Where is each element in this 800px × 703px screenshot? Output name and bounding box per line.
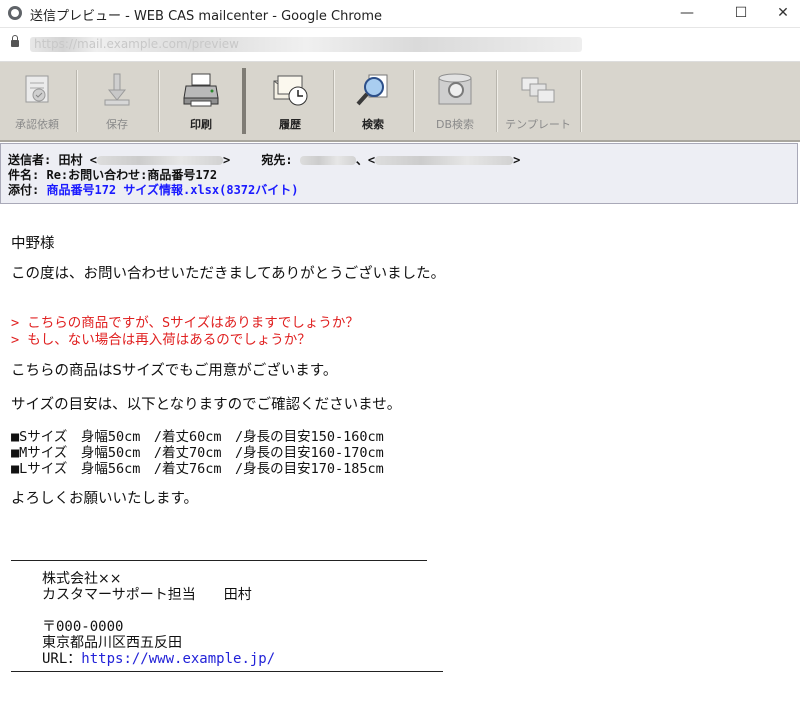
greeting: 中野様 [11,236,55,252]
chrome-icon [8,6,22,20]
minimize-button[interactable]: — [664,0,710,27]
template-icon [521,77,555,103]
approval-request-button[interactable]: 承認依頼 [4,68,70,134]
toolbar-separator [496,70,498,132]
signature-url-line: URL：https://www.example.jp/ [42,648,275,668]
window-titlebar: 送信プレビュー - WEB CAS mailcenter - Google Ch… [0,0,800,28]
to-label: 宛先: [261,153,293,167]
db-search-label: DB検索 [435,118,475,131]
toolbar-separator [413,70,415,132]
size-row-l: ■Lサイズ 身幅56cm /着丈76cm /身長の目安170-185cm [11,461,384,477]
approval-request-icon [25,75,49,103]
print-label: 印刷 [190,118,212,131]
subject-text: Re:お問い合わせ:商品番号172 [46,168,218,182]
save-label: 保存 [106,118,128,131]
quote-line-2: > もし、ない場合は再入荷はあるのでしょうか？ [11,332,311,348]
signature-url-link[interactable]: https://www.example.jp/ [81,651,275,667]
signature-bottom-divider [11,671,443,672]
toolbar-separator [158,70,160,132]
mail-header: 送信者: 田村 < > 宛先: 、< > 件名: Re:お問い合わせ:商品番号172… [0,143,798,204]
print-button[interactable]: 印刷 [166,68,236,134]
answer-text-2: サイズの目安は、以下となりますのでご確認くださいませ。 [11,397,402,413]
toolbar-separator [333,70,335,132]
window-title: 送信プレビュー - WEB CAS mailcenter - Google Ch… [30,9,383,24]
approval-request-label: 承認依頼 [15,118,59,131]
attachment-label: 添付: [8,183,40,197]
history-icon [273,75,308,106]
toolbar-separator-thick [242,68,246,134]
history-button[interactable]: 履歴 [254,68,326,134]
toolbar-separator [76,70,78,132]
answer-text-1: こちらの商品はSサイズでもご用意がございます。 [11,363,338,379]
db-search-button[interactable]: DB検索 [420,68,490,134]
to-address-redacted [375,156,514,165]
attachment-line: 添付: 商品番号172 サイズ情報.xlsx(8372バイト) [8,181,298,198]
maximize-button[interactable]: ☐ [718,0,764,27]
search-icon [356,74,388,106]
template-label: テンプレート [505,118,571,131]
from-label: 送信者: [8,153,52,167]
url-field[interactable]: https://mail.example.com/preview [30,37,582,52]
search-button[interactable]: 検索 [340,68,406,134]
printer-icon [183,73,219,107]
thanks-text: この度は、お問い合わせいただきましてありがとうございました。 [11,266,446,282]
database-search-icon [438,73,472,105]
subject-label: 件名: [8,168,40,182]
save-icon [104,73,130,106]
from-name: 田村 [58,153,83,167]
search-label: 検索 [362,118,384,131]
template-button[interactable]: テンプレート [502,68,574,134]
signature-url-label: URL： [42,651,82,667]
history-label: 履歴 [279,118,301,131]
closing-text: よろしくお願いいたします。 [11,491,199,507]
from-address-redacted [96,156,223,165]
close-button[interactable]: ✕ [760,0,800,27]
mail-toolbar: 承認依頼 保存 印刷 履歴 検索 DB検索 テンプレート [0,62,800,142]
lock-icon [11,35,19,47]
to-name-redacted [299,156,356,165]
signature-top-divider [11,560,427,561]
attachment-link[interactable]: 商品番号172 サイズ情報.xlsx(8372バイト) [46,183,298,197]
save-button[interactable]: 保存 [84,68,150,134]
address-bar: https://mail.example.com/preview [0,28,800,62]
signature-dept: カスタマーサポート担当 田村 [42,587,252,603]
toolbar-separator [580,70,582,132]
